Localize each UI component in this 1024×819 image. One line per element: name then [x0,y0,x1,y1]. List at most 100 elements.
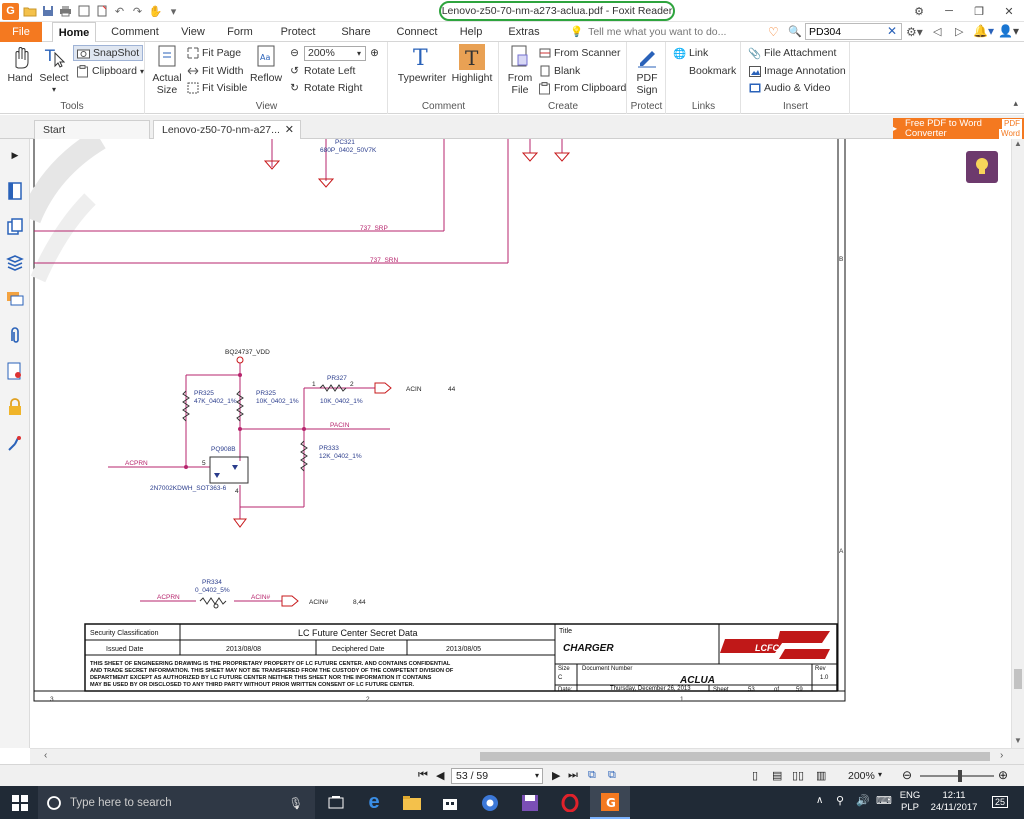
document-view[interactable]: PC321 680P_0402_50V7K 737_SRP 737_SRN B … [30,139,1014,748]
comments-icon[interactable] [5,289,25,309]
action-center-icon[interactable]: 25 [990,793,1010,811]
select-button[interactable]: T Select ▾ [38,44,70,96]
input-language[interactable]: ENG PLP [897,790,923,814]
previous-result-icon[interactable]: ◁ [933,25,941,38]
reflow-button[interactable]: Aa Reflow [248,44,284,84]
tab-view[interactable]: View [174,22,212,42]
clock[interactable]: 12:11 24/11/2017 [926,790,982,814]
create-pdf-icon[interactable] [94,4,109,19]
page-number-input[interactable]: 53 / 59 ▾ [451,768,543,784]
tab-home[interactable]: Home [52,22,96,43]
pdf-sign-button[interactable]: PDF Sign [632,44,662,96]
go-forward-view-icon[interactable]: ⧉ [608,769,616,782]
scroll-down-icon[interactable]: ▼ [1014,736,1022,745]
from-scanner-button[interactable]: From Scanner [538,45,621,61]
status-zoom-out-icon[interactable]: ⊖ [902,768,912,782]
zoom-control[interactable]: ⊖ 200% ▾ ⊕ [288,45,381,61]
rotate-left-button[interactable]: ↺ Rotate Left [288,63,355,79]
tab-share[interactable]: Share [338,22,374,42]
notification-bell-icon[interactable]: 🔔▾ [973,24,994,38]
microphone-icon[interactable]: 🎙 [288,796,303,810]
stack-icon[interactable] [5,253,25,273]
status-zoom-in-icon[interactable]: ⊕ [998,768,1008,782]
file-explorer-icon[interactable] [392,786,432,819]
tips-lightbulb-button[interactable] [966,151,998,183]
go-back-view-icon[interactable]: ⧉ [588,769,596,782]
scroll-right-icon[interactable]: › [1000,750,1003,761]
from-file-button[interactable]: From File [504,44,536,96]
next-result-icon[interactable]: ▷ [955,25,963,38]
rotate-right-button[interactable]: ↻ Rotate Right [288,80,362,96]
zoom-level[interactable]: 200% [848,770,875,782]
search-options-gear-icon[interactable]: ⚙▾ [906,25,923,39]
vertical-scroll-thumb[interactable] [1014,669,1022,689]
first-page-icon[interactable]: ⏮ [418,769,428,782]
typewriter-button[interactable]: T Typewriter [397,44,447,84]
zoom-in-icon[interactable]: ⊕ [368,47,381,60]
promo-banner[interactable]: ▸ Free PDF to Word Converter PDF Word [893,118,1024,139]
previous-page-icon[interactable]: ◀ [436,769,444,782]
highlight-button[interactable]: T Highlight [449,44,495,84]
volume-icon[interactable]: 🔊 [856,794,870,807]
security-lock-icon[interactable] [5,397,25,417]
tab-protect[interactable]: Protect [276,22,320,42]
save-icon[interactable] [40,4,55,19]
open-folder-icon[interactable] [22,4,37,19]
tab-extras[interactable]: Extras [506,22,542,42]
scroll-left-icon[interactable]: ‹ [44,750,47,761]
fit-page-button[interactable]: Fit Page [186,45,241,61]
keyboard-icon[interactable]: ⌨ [876,794,892,807]
zoom-slider-thumb[interactable] [958,770,962,782]
from-clipboard-button[interactable]: From Clipboard [538,80,626,96]
network-icon[interactable]: ⚲ [836,794,844,807]
hand-tool-icon[interactable]: ✋ [148,4,163,19]
facing-view-icon[interactable]: ▯▯ [792,769,804,782]
tell-me-box[interactable]: 💡 Tell me what you want to do... [570,25,726,39]
image-annotation-button[interactable]: Image Annotation [748,63,846,79]
bookmark-button[interactable]: Bookmark [673,63,736,79]
tab-form[interactable]: Form [222,22,258,42]
close-tab-icon[interactable]: ✕ [285,123,294,136]
continuous-view-icon[interactable]: ▤ [772,769,782,782]
chrome-icon[interactable] [470,786,510,819]
foxit-reader-taskbar-icon[interactable]: G [590,786,630,819]
edge-browser-icon[interactable]: e [354,786,394,819]
customize-dropdown-icon[interactable]: ▾ [166,4,181,19]
fit-width-button[interactable]: Fit Width [186,63,243,79]
file-attachment-button[interactable]: 📎 File Attachment [748,45,836,61]
last-page-icon[interactable]: ⏭ [568,769,578,782]
single-page-view-icon[interactable]: ▯ [752,769,758,782]
account-icon[interactable]: 👤▾ [998,24,1019,38]
scroll-up-icon[interactable]: ▲ [1014,139,1022,148]
zoom-dropdown-icon[interactable]: ▾ [878,770,882,779]
signatures-icon[interactable] [5,361,25,381]
accessibility-icon[interactable] [5,433,25,453]
fit-visible-button[interactable]: Fit Visible [186,80,247,96]
tab-connect[interactable]: Connect [394,22,440,42]
close-button[interactable]: ✕ [994,0,1024,22]
tab-file[interactable]: File [0,22,42,42]
taskbar-search[interactable]: Type here to search 🎙 [38,786,315,819]
collapse-ribbon-icon[interactable]: ▴ [1013,98,1018,109]
hand-button[interactable]: Hand [6,44,34,84]
store-icon[interactable] [430,786,470,819]
settings-gear-icon[interactable]: ⚙ [904,0,934,22]
show-hidden-icons-icon[interactable]: ∧ [816,795,823,806]
blank-button[interactable]: Blank [538,63,580,79]
minimize-button[interactable]: ─ [934,0,964,22]
zoom-out-icon[interactable]: ⊖ [288,47,301,60]
start-button[interactable] [0,786,40,819]
opera-icon[interactable] [550,786,590,819]
task-view-icon[interactable] [316,786,356,819]
audio-video-button[interactable]: Audio & Video [748,80,830,96]
pages-icon[interactable] [5,181,25,201]
horizontal-scroll-thumb[interactable] [480,752,990,761]
tab-document[interactable]: Lenovo-z50-70-nm-a27... ✕ [153,120,301,139]
tab-start[interactable]: Start [34,120,150,139]
zoom-slider-track[interactable] [920,775,994,777]
restore-button[interactable]: ❐ [964,0,994,22]
tab-help[interactable]: Help [456,22,486,42]
layers-icon[interactable] [5,217,25,237]
horizontal-scrollbar[interactable]: ‹ › [30,748,1024,764]
snapshot-button[interactable]: SnapShot [73,45,144,61]
